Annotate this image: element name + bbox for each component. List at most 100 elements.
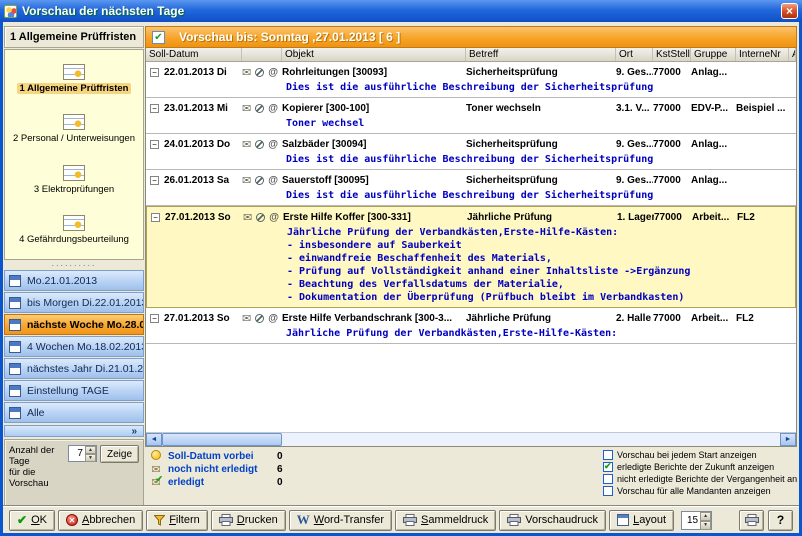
row-betreff: Sicherheitsprüfung — [466, 175, 616, 186]
period-button-settings-days[interactable]: Einstellung TAGE — [4, 380, 144, 401]
category-label: 3 Elektroprüfungen — [34, 184, 114, 195]
column-internenr[interactable]: InterneNr — [736, 48, 789, 61]
recurrence-icon[interactable] — [255, 314, 264, 323]
option-all-clients[interactable]: Vorschau für alle Mandanten anzeigen — [603, 485, 797, 497]
collapse-icon[interactable]: − — [150, 68, 159, 77]
option-show-done-future[interactable]: erledigte Berichte der Zukunft anzeigen — [603, 461, 797, 473]
table-row[interactable]: −22.01.2013 Di ✉@ Rohrleitungen [30093] … — [146, 62, 796, 98]
table-row[interactable]: −26.01.2013 Sa ✉@ Sauerstoff [30095] Sic… — [146, 170, 796, 206]
sidebar-header: 1 Allgemeine Prüffristen — [4, 26, 144, 48]
bottom-toolbar: ✔ OK ✕ Abbrechen Filtern Drucken W Word-… — [3, 506, 799, 533]
mail-icon[interactable]: ✉ — [243, 211, 252, 224]
print-button[interactable]: Drucken — [211, 510, 286, 531]
status-overdue: Soll-Datum vorbei 0 — [149, 450, 449, 463]
period-button-next-week[interactable]: nächste Woche Mo.28.01.2013 — [4, 314, 144, 335]
days-spinner[interactable]: 7 ▲ ▼ — [68, 445, 97, 462]
table-row[interactable]: −27.01.2013 So ✉@ Erste Hilfe Verbandsch… — [146, 308, 796, 344]
attachment-icon[interactable]: @ — [268, 67, 278, 78]
days-value[interactable]: 7 — [69, 446, 85, 461]
recurrence-icon[interactable] — [256, 213, 265, 222]
layout-button[interactable]: Layout — [609, 510, 674, 531]
table-body: −22.01.2013 Di ✉@ Rohrleitungen [30093] … — [146, 62, 796, 432]
collapse-icon[interactable]: − — [151, 213, 160, 222]
check-icon: ✔ — [17, 513, 27, 527]
table-row[interactable]: −24.01.2013 Do ✉@ Salzbäder [30094] Sich… — [146, 134, 796, 170]
calendar-icon — [9, 363, 21, 375]
recurrence-icon[interactable] — [255, 104, 264, 113]
row-description: Dies ist die ausführliche Beschreibung d… — [146, 80, 796, 94]
printer-icon — [507, 514, 521, 526]
spinner-up-icon[interactable]: ▲ — [85, 446, 96, 454]
collapse-icon[interactable]: − — [150, 140, 159, 149]
table-row[interactable]: −23.01.2013 Mi ✉@ Kopierer [300-100] Ton… — [146, 98, 796, 134]
category-item-elektropruefungen[interactable]: 3 Elektroprüfungen — [7, 165, 141, 195]
mail-icon[interactable]: ✉ — [242, 102, 251, 115]
category-item-gefaehrdungsbeurteilung[interactable]: 4 Gefährdungsbeurteilung — [7, 215, 141, 245]
spinner-value[interactable]: 15 — [682, 512, 700, 529]
printer-setup-button[interactable] — [739, 510, 764, 531]
mail-icon[interactable]: ✉ — [242, 312, 251, 325]
checkbox-icon[interactable] — [603, 450, 613, 460]
scrollbar-thumb[interactable] — [162, 433, 282, 446]
close-button[interactable]: × — [781, 3, 798, 19]
help-button[interactable]: ? — [768, 510, 793, 531]
category-item-allgemeine-prueffristen[interactable]: 1 Allgemeine Prüffristen — [7, 64, 141, 94]
titlebar[interactable]: Vorschau der nächsten Tage × — [0, 0, 802, 22]
attachment-icon[interactable]: @ — [268, 103, 278, 114]
period-button-today[interactable]: Mo.21.01.2013 — [4, 270, 144, 291]
period-button-4-weeks[interactable]: 4 Wochen Mo.18.02.2013 — [4, 336, 144, 357]
attachment-icon[interactable]: @ — [268, 313, 278, 324]
option-show-on-start[interactable]: Vorschau bei jedem Start anzeigen — [603, 449, 797, 461]
scroll-right-icon[interactable]: ► — [780, 433, 796, 446]
column-soll-datum[interactable]: Soll-Datum — [146, 48, 242, 61]
ok-button[interactable]: ✔ OK — [9, 510, 55, 531]
checkbox-icon[interactable] — [603, 486, 613, 496]
spinner-down-icon[interactable]: ▼ — [700, 521, 711, 530]
collapse-icon[interactable]: − — [150, 104, 159, 113]
table-row-selected[interactable]: −27.01.2013 So ✉@ Erste Hilfe Koffer [30… — [146, 206, 796, 308]
show-button[interactable]: Zeige — [100, 445, 139, 463]
attachment-icon[interactable]: @ — [268, 139, 278, 150]
cancel-button[interactable]: ✕ Abbrechen — [58, 510, 143, 531]
recurrence-icon[interactable] — [255, 68, 264, 77]
checkbox-icon[interactable] — [603, 474, 613, 484]
spinner-up-icon[interactable]: ▲ — [700, 512, 711, 521]
mail-icon[interactable]: ✉ — [242, 174, 251, 187]
category-item-personal-unterweisungen[interactable]: 2 Personal / Unterweisungen — [7, 114, 141, 144]
attachment-icon[interactable]: @ — [269, 212, 279, 223]
toolbar-spinner[interactable]: 15 ▲ ▼ — [681, 511, 712, 530]
row-internenr: Beispiel ... — [736, 103, 789, 114]
column-gruppe[interactable]: Gruppe — [691, 48, 736, 61]
filter-button[interactable]: Filtern — [146, 510, 208, 531]
period-button-tomorrow[interactable]: bis Morgen Di.22.01.2013 — [4, 292, 144, 313]
splitter-handle[interactable]: .......... — [4, 260, 144, 270]
collapse-icon[interactable]: − — [150, 176, 159, 185]
period-button-next-year[interactable]: nächstes Jahr Di.21.01.2014 — [4, 358, 144, 379]
checkbox-icon[interactable] — [603, 462, 613, 472]
preview-print-button[interactable]: Vorschaudruck — [499, 510, 606, 531]
column-a[interactable]: A — [789, 48, 796, 61]
batch-print-button[interactable]: Sammeldruck — [395, 510, 496, 531]
period-label: nächste Woche Mo.28.01.2013 — [27, 319, 144, 331]
mail-icon[interactable]: ✉ — [242, 138, 251, 151]
column-kststelle[interactable]: KstStelle — [653, 48, 691, 61]
column-ort[interactable]: Ort — [616, 48, 653, 61]
period-button-all[interactable]: Alle — [4, 402, 144, 423]
spinner-down-icon[interactable]: ▼ — [85, 454, 96, 462]
horizontal-scrollbar[interactable]: ◄ ► — [146, 432, 796, 446]
expand-strip[interactable]: » — [4, 425, 144, 437]
column-icons[interactable] — [242, 48, 282, 61]
column-betreff[interactable]: Betreff — [466, 48, 616, 61]
column-objekt[interactable]: Objekt — [282, 48, 466, 61]
preview-header-checkbox[interactable]: ✔ — [152, 31, 165, 44]
scroll-left-icon[interactable]: ◄ — [146, 433, 162, 446]
attachment-icon[interactable]: @ — [268, 175, 278, 186]
collapse-icon[interactable]: − — [150, 314, 159, 323]
recurrence-icon[interactable] — [255, 140, 264, 149]
option-show-open-past[interactable]: nicht erledigte Berichte der Vergangenhe… — [603, 473, 797, 485]
row-ort: 9. Ges... — [616, 139, 653, 150]
word-transfer-button[interactable]: W Word-Transfer — [289, 510, 392, 531]
recurrence-icon[interactable] — [255, 176, 264, 185]
mail-icon[interactable]: ✉ — [242, 66, 251, 79]
status-summary: Soll-Datum vorbei 0 ✉ noch nicht erledig… — [149, 450, 449, 489]
